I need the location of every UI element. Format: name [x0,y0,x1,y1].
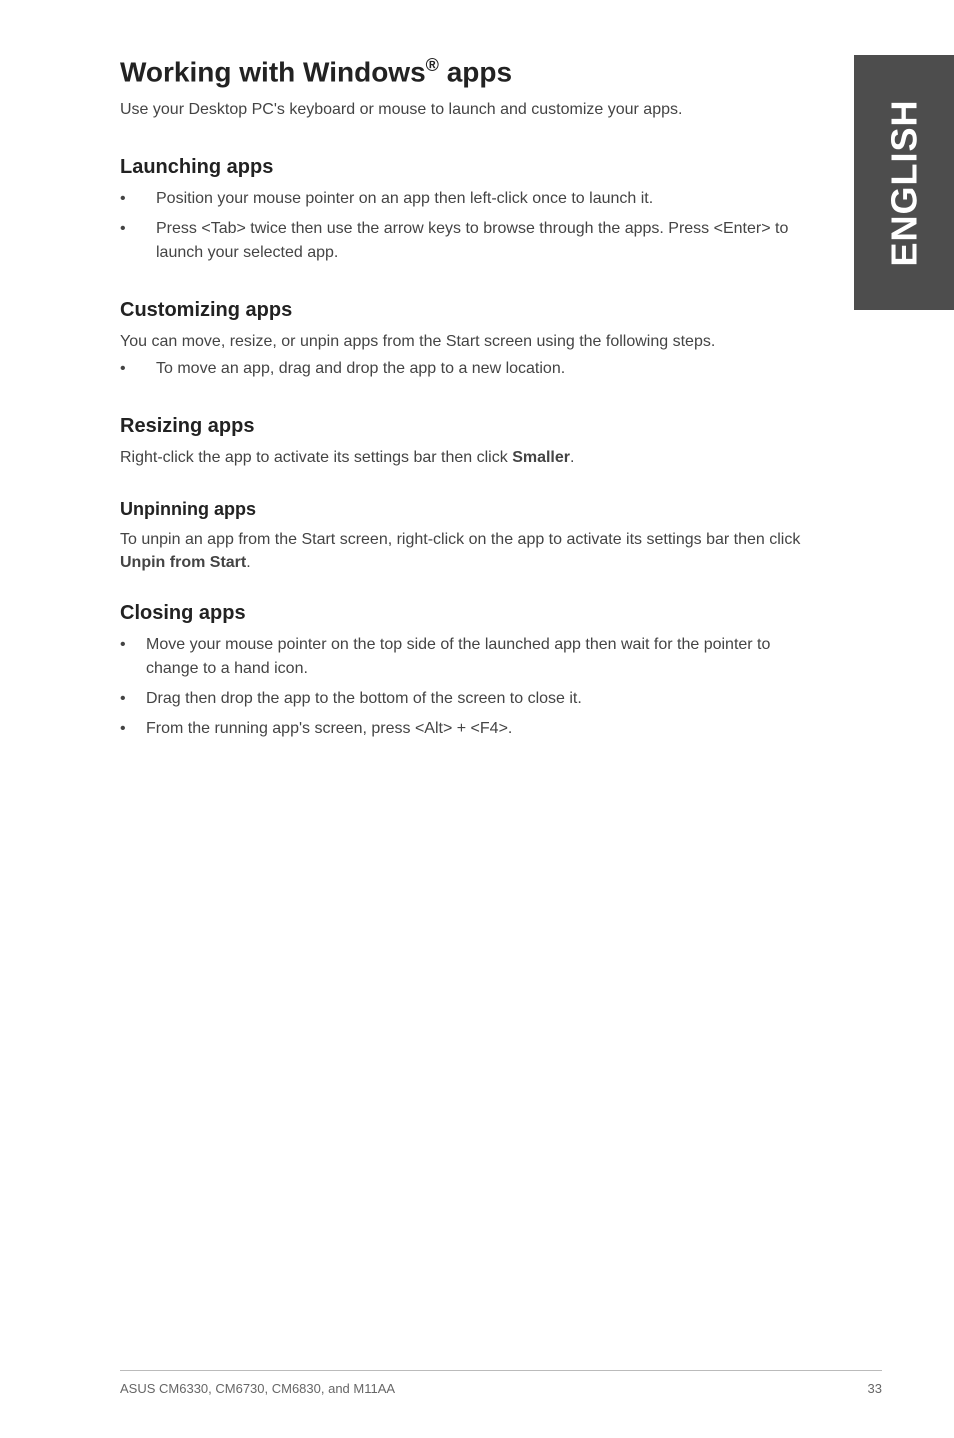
resizing-paragraph: Right-click the app to activate its sett… [120,446,814,469]
bullet-icon: • [120,633,146,681]
customizing-intro: You can move, resize, or unpin apps from… [120,330,814,353]
closing-list: • Move your mouse pointer on the top sid… [120,633,814,741]
page-number: 33 [868,1381,882,1396]
section-launching-title: Launching apps [120,156,814,179]
list-item-text: To move an app, drag and drop the app to… [156,357,814,381]
bullet-icon: • [120,357,156,381]
list-item: • Drag then drop the app to the bottom o… [120,687,814,711]
list-item: • Position your mouse pointer on an app … [120,187,814,211]
list-item: • From the running app's screen, press <… [120,717,814,741]
launching-list: • Position your mouse pointer on an app … [120,187,814,265]
unpinning-paragraph: To unpin an app from the Start screen, r… [120,528,814,574]
main-content: Working with Windows® apps Use your Desk… [120,55,814,741]
customizing-list: • To move an app, drag and drop the app … [120,357,814,381]
list-item-text: Drag then drop the app to the bottom of … [146,687,814,711]
list-item-text: Move your mouse pointer on the top side … [146,633,814,681]
section-closing-title: Closing apps [120,602,814,625]
bullet-icon: • [120,187,156,211]
list-item: • Move your mouse pointer on the top sid… [120,633,814,681]
bullet-icon: • [120,687,146,711]
list-item-text: Press <Tab> twice then use the arrow key… [156,217,814,265]
list-item: • Press <Tab> twice then use the arrow k… [120,217,814,265]
page-footer: ASUS CM6330, CM6730, CM6830, and M11AA 3… [120,1370,882,1396]
footer-left: ASUS CM6330, CM6730, CM6830, and M11AA [120,1381,395,1396]
bullet-icon: • [120,717,146,741]
page-title: Working with Windows® apps [120,55,814,88]
page-content: Working with Windows® apps Use your Desk… [0,0,954,1438]
intro-paragraph: Use your Desktop PC's keyboard or mouse … [120,98,814,121]
section-resizing-title: Resizing apps [120,415,814,438]
section-unpinning-title: Unpinning apps [120,499,814,520]
list-item-text: Position your mouse pointer on an app th… [156,187,814,211]
bullet-icon: • [120,217,156,265]
list-item: • To move an app, drag and drop the app … [120,357,814,381]
section-customizing-title: Customizing apps [120,299,814,322]
list-item-text: From the running app's screen, press <Al… [146,717,814,741]
